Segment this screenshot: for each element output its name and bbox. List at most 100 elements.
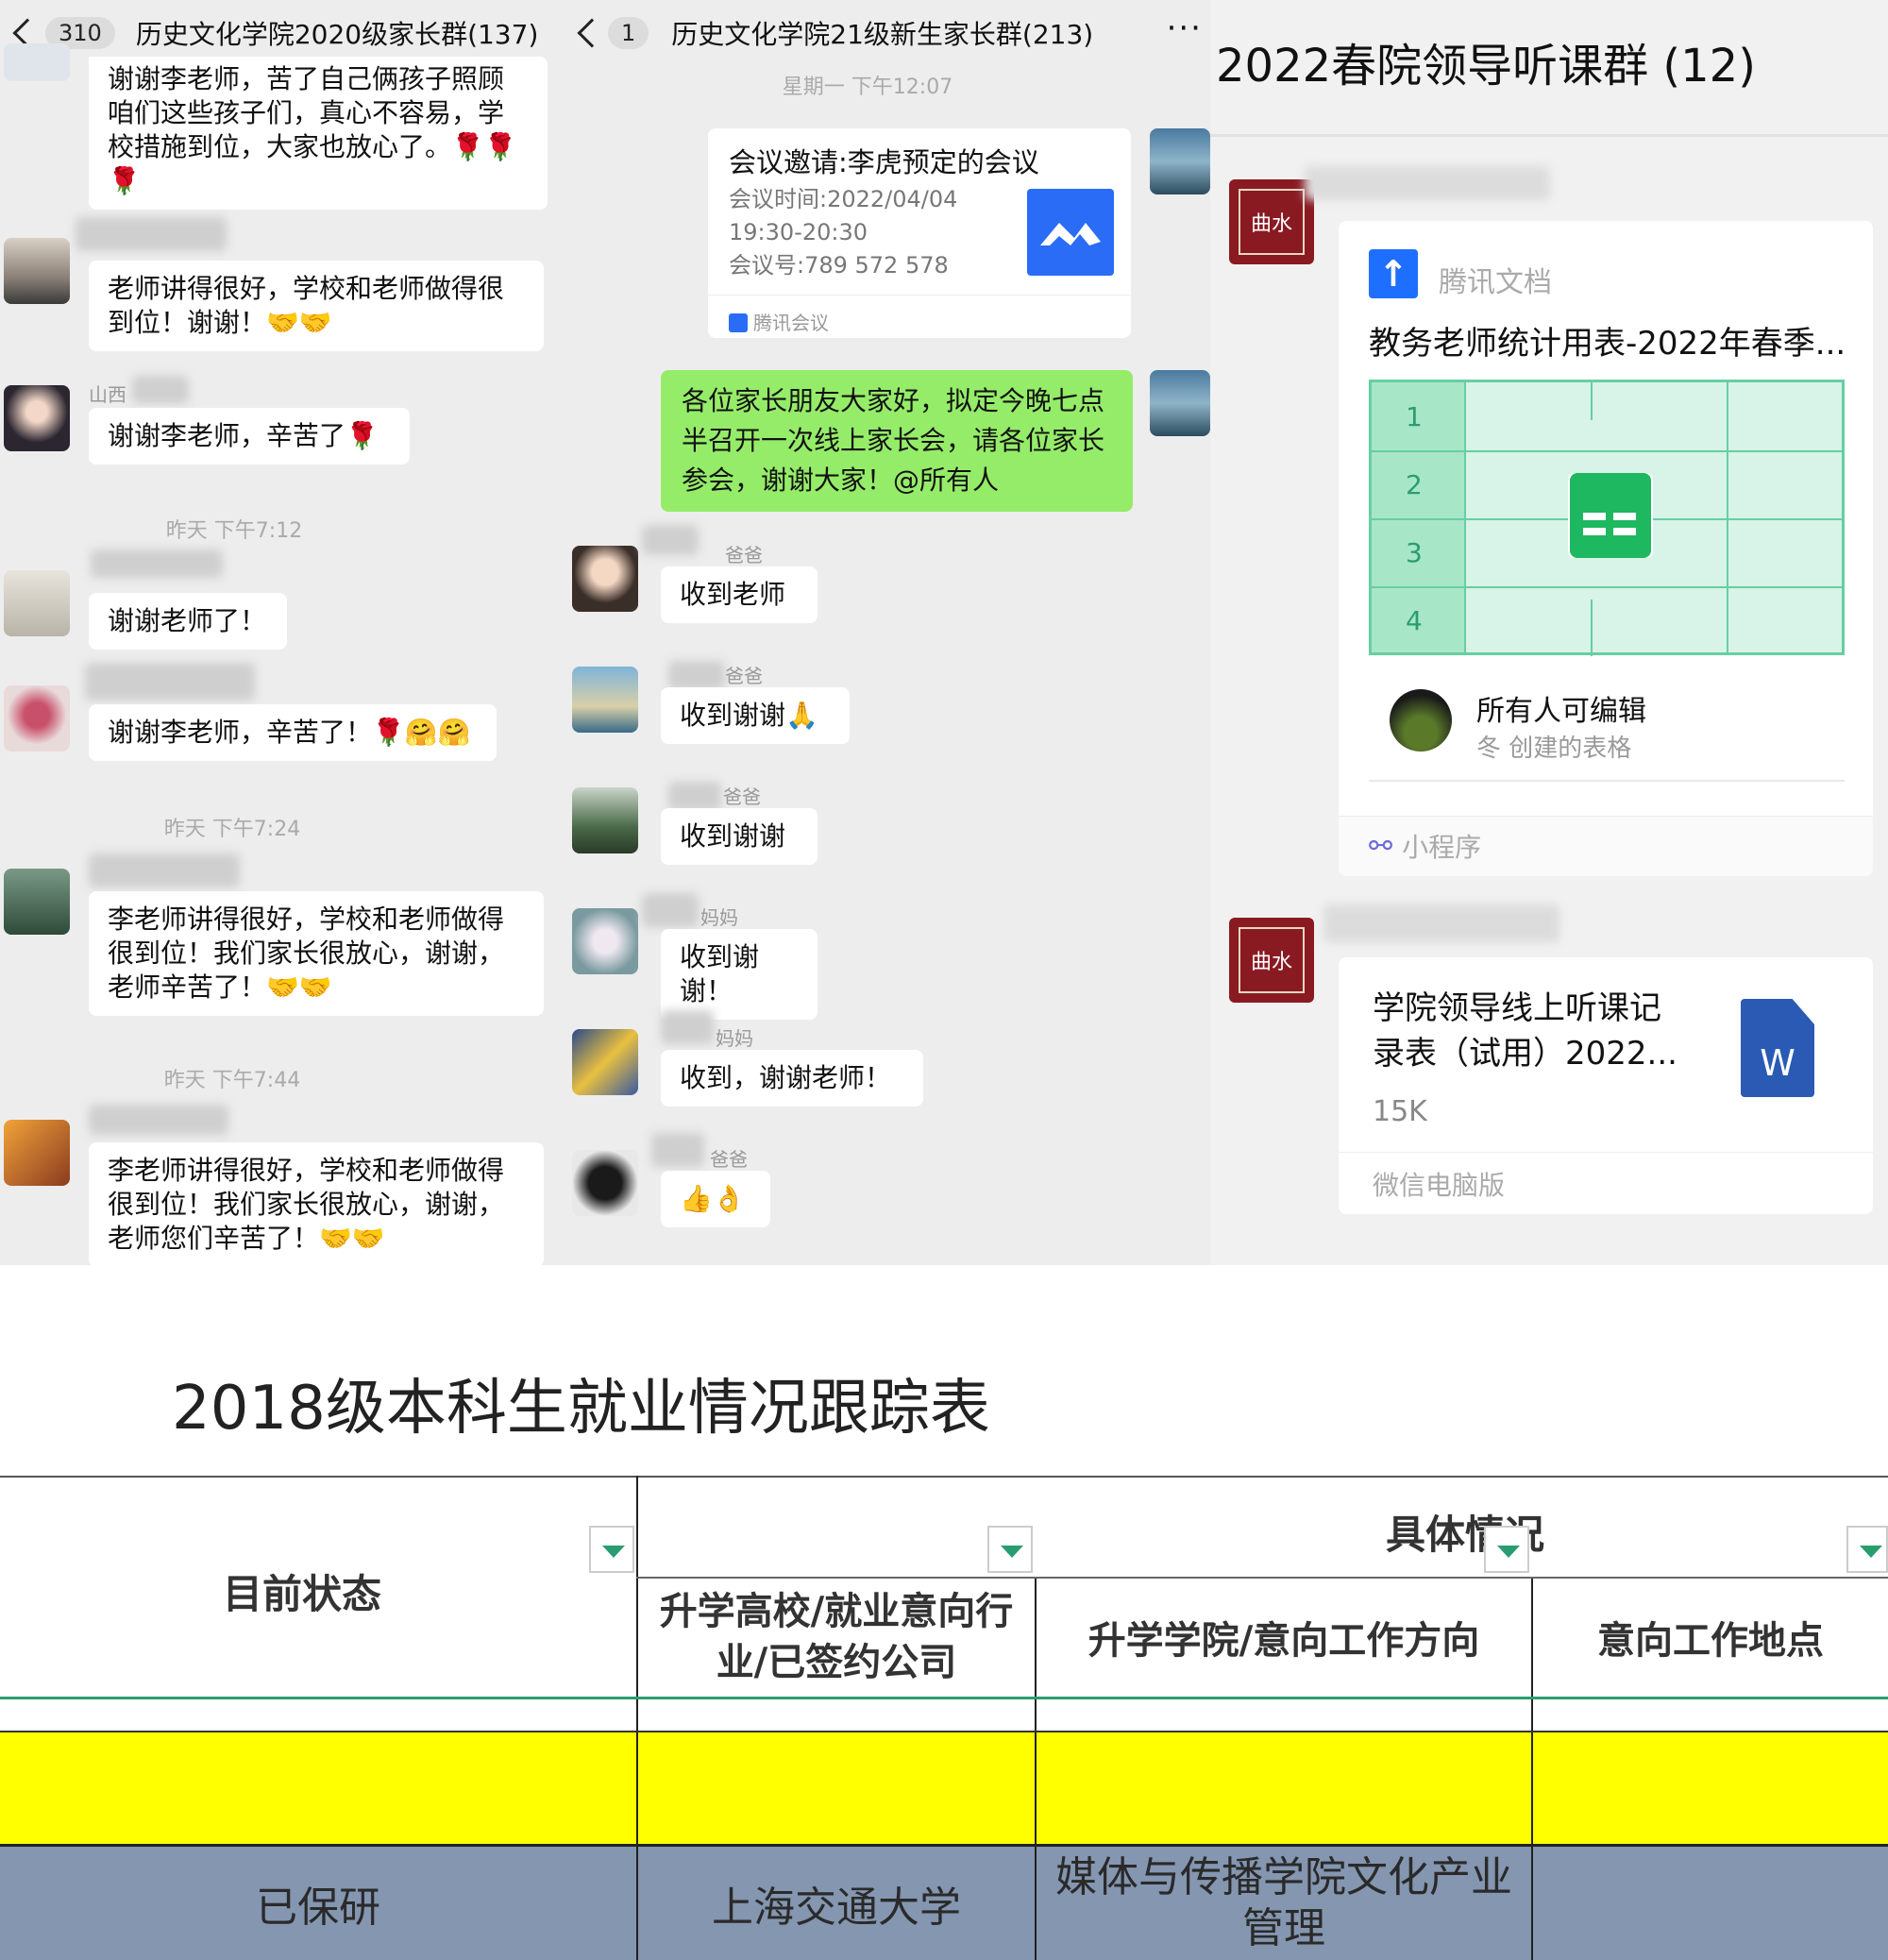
sender-name: 爸爸 — [725, 665, 763, 687]
blurred-name — [642, 893, 699, 927]
chat-header: 1 历史文化学院21级新生家长群(213) ··· — [566, 0, 1210, 66]
blurred-name — [91, 549, 223, 578]
file-title: 学院领导线上听课记 录表（试用）2022... — [1373, 989, 1677, 1073]
cell-location[interactable] — [1533, 1847, 1888, 1960]
sender-name: 爸爸 — [723, 786, 761, 808]
word-document-icon: W — [1741, 999, 1814, 1097]
header-status: 目前状态 — [222, 1570, 381, 1617]
mini-program-link-icon: ⚯ — [1369, 829, 1393, 863]
sender-name: 山西 — [89, 383, 126, 406]
blurred-name — [668, 661, 725, 689]
chat-title: 历史文化学院21级新生家长群(213) — [671, 19, 1094, 50]
message-bubble[interactable]: 👍👌 — [661, 1171, 770, 1227]
avatar[interactable]: 曲水 — [1229, 918, 1314, 1003]
cell-status[interactable]: 已保研 — [0, 1847, 636, 1960]
filter-dropdown-icon[interactable] — [1846, 1526, 1888, 1573]
cell-college[interactable]: 媒体与传播学院文化产业管理 — [1037, 1847, 1531, 1960]
sender-name: 妈妈 — [700, 906, 738, 929]
filter-dropdown-icon[interactable] — [589, 1526, 634, 1573]
blurred-name — [89, 1105, 228, 1135]
mini-program-label[interactable]: ⚯ 小程序 — [1369, 827, 1481, 865]
avatar[interactable] — [1150, 370, 1210, 436]
blurred-name — [661, 1010, 714, 1044]
avatar[interactable] — [4, 385, 70, 451]
avatar[interactable] — [572, 667, 638, 733]
message-bubble[interactable]: 李老师讲得很好，学校和老师做得很到位！我们家长很放心，谢谢，老师辛苦了！🤝🤝 — [89, 891, 544, 1016]
column-header: 升学高校/就业意向行业/已签约公司 — [659, 1589, 1014, 1684]
chat-panel-leader-group: 2022春院领导听课群 (12) 曲水 ↑ 腾讯文档 教务老师统计用表-2022… — [1210, 0, 1888, 1265]
doc-permission: 所有人可编辑 — [1476, 695, 1646, 728]
sender-name: 妈妈 — [716, 1027, 753, 1050]
message-bubble[interactable]: 谢谢李老师，辛苦了！🌹🤗🤗 — [89, 704, 497, 761]
creator-avatar — [1390, 689, 1452, 752]
message-bubble[interactable]: 老师讲得很好，学校和老师做得很到位！谢谢！🤝🤝 — [89, 261, 544, 351]
column-header: 升学学院/意向工作方向 — [1087, 1618, 1480, 1663]
avatar[interactable] — [572, 908, 638, 974]
spreadsheet-preview: 1 2 3 4 — [1369, 380, 1845, 656]
message-bubble[interactable]: 收到，谢谢老师！ — [661, 1050, 923, 1107]
chat-panel-parents-2020: 310 历史文化学院2020级家长群(137) 谢谢李老师，苦了自己俩孩子照顾咱… — [0, 0, 566, 1265]
filter-dropdown-icon[interactable] — [1484, 1526, 1529, 1573]
file-card[interactable]: 学院领导线上听课记 录表（试用）2022... 15K W 微信电脑版 — [1339, 957, 1873, 1214]
more-menu-icon[interactable]: ··· — [1167, 9, 1203, 47]
file-size: 15K — [1373, 1095, 1427, 1128]
message-bubble[interactable]: 谢谢李老师，辛苦了🌹 — [89, 408, 410, 465]
doc-creator: 冬 创建的表格 — [1476, 735, 1632, 763]
doc-title: 教务老师统计用表-2022年春季... — [1369, 325, 1846, 363]
back-arrow-icon[interactable] — [577, 18, 607, 48]
tencent-doc-card[interactable]: ↑ 腾讯文档 教务老师统计用表-2022年春季... 1 2 3 4 所有人可编… — [1339, 221, 1873, 876]
chat-panel-parents-2021: 1 历史文化学院21级新生家长群(213) ··· 星期一 下午12:07 会议… — [566, 0, 1210, 1265]
unread-count-badge[interactable]: 1 — [608, 17, 649, 49]
message-bubble[interactable]: 李老师讲得很好，学校和老师做得很到位！我们家长很放心，谢谢，老师您们辛苦了！🤝🤝 — [89, 1142, 544, 1265]
chat-title: 2022春院领导听课群 (12) — [1216, 40, 1756, 93]
tencent-docs-logo-icon: ↑ — [1369, 249, 1418, 298]
message-bubble[interactable]: 收到老师 — [661, 566, 818, 623]
message-bubble[interactable]: 收到谢谢🙏 — [661, 687, 850, 744]
timestamp: 星期一 下午12:07 — [782, 76, 953, 99]
avatar[interactable] — [1150, 128, 1210, 194]
avatar[interactable] — [572, 1150, 638, 1216]
row-number: 3 — [1406, 537, 1423, 568]
message-bubble[interactable]: 收到谢谢 — [661, 808, 818, 865]
blurred-name — [1323, 904, 1559, 942]
avatar[interactable] — [4, 570, 70, 636]
blurred-name — [132, 376, 189, 404]
meeting-source: 腾讯会议 — [729, 306, 829, 340]
blurred-name — [642, 525, 699, 555]
message-bubble[interactable]: 收到谢谢！ — [661, 929, 818, 1020]
avatar[interactable] — [4, 1120, 70, 1186]
chat-title: 历史文化学院2020级家长群(137) — [135, 19, 539, 50]
message-bubble[interactable]: 谢谢李老师，苦了自己俩孩子照顾咱们这些孩子们，真心不容易，学校措施到位，大家也放… — [89, 57, 548, 210]
tencent-meeting-small-icon — [729, 313, 748, 332]
timestamp: 昨天 下午7:24 — [163, 818, 301, 841]
message-bubble[interactable]: 谢谢老师了！ — [89, 593, 287, 650]
meeting-invite-card[interactable]: 会议邀请:李虎预定的会议 会议时间:2022/04/04 19:30-20:30… — [708, 128, 1131, 338]
blurred-name — [89, 853, 240, 887]
blurred-name — [668, 782, 721, 810]
blurred-name — [1305, 166, 1550, 200]
header-group: 具体情况 — [1386, 1511, 1545, 1558]
avatar[interactable] — [4, 43, 70, 81]
cell-school[interactable]: 上海交通大学 — [638, 1847, 1035, 1960]
filter-dropdown-icon[interactable] — [987, 1526, 1033, 1573]
tencent-meeting-logo-icon — [1027, 189, 1114, 276]
avatar[interactable] — [572, 546, 638, 612]
sheet-title: 2018级本科生就业情况跟踪表 — [172, 1374, 990, 1444]
highlighted-empty-row — [0, 1732, 1888, 1844]
row-number: 2 — [1406, 469, 1423, 500]
avatar[interactable] — [572, 787, 638, 853]
avatar[interactable] — [4, 685, 70, 752]
avatar[interactable] — [572, 1029, 638, 1095]
spreadsheet-icon — [1570, 473, 1651, 558]
timestamp: 昨天 下午7:12 — [165, 519, 303, 543]
row-number: 1 — [1406, 401, 1423, 432]
seal-logo-icon: 曲水 — [1239, 927, 1305, 993]
blurred-name — [651, 1133, 704, 1167]
column-header: 意向工作地点 — [1597, 1618, 1824, 1663]
avatar[interactable] — [4, 869, 70, 935]
avatar[interactable] — [4, 238, 70, 304]
blurred-name — [85, 663, 255, 701]
meeting-title: 会议邀请:李虎预定的会议 — [729, 146, 1039, 178]
avatar[interactable]: 曲水 — [1229, 179, 1314, 264]
notice-message-bubble[interactable]: 各位家长朋友大家好，拟定今晚七点半召开一次线上家长会，请各位家长参会，谢谢大家！… — [661, 370, 1133, 512]
